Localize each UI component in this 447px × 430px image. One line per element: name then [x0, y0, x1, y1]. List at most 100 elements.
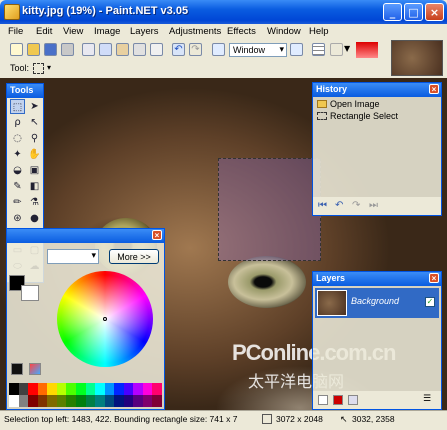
palette-menu-icon[interactable] — [29, 363, 41, 375]
palette-swatch[interactable] — [28, 395, 38, 407]
palette-swatch[interactable] — [123, 395, 134, 407]
palette-swatch[interactable] — [142, 395, 153, 407]
color-picker-icon[interactable]: ⚗ — [27, 195, 42, 210]
palette-swatch[interactable] — [152, 395, 162, 407]
palette-swatch[interactable] — [114, 383, 124, 395]
move-selection-icon[interactable]: ➤ — [27, 99, 42, 114]
palette-swatch[interactable] — [37, 383, 48, 395]
layer-properties-icon[interactable]: ☰ — [423, 394, 431, 404]
palette-swatch[interactable] — [85, 395, 96, 407]
color-wheel[interactable] — [57, 271, 153, 367]
zoom-icon[interactable]: ⚲ — [27, 131, 42, 146]
minimize-button[interactable]: _ — [383, 3, 402, 21]
menu-help[interactable]: Help — [309, 26, 329, 37]
fast-forward-icon[interactable]: ⏭ — [369, 200, 378, 211]
menu-edit[interactable]: Edit — [36, 26, 52, 37]
history-item-rectangle-select[interactable]: Rectangle Select — [330, 111, 398, 121]
palette-swatch[interactable] — [9, 395, 19, 407]
delete-layer-icon[interactable] — [333, 395, 343, 405]
cut-icon[interactable] — [82, 43, 95, 56]
new-icon[interactable] — [10, 43, 23, 56]
ellipse-select-icon[interactable]: ◌ — [10, 131, 25, 146]
palette-swatch[interactable] — [85, 383, 96, 395]
palette-swatch[interactable] — [95, 383, 105, 395]
zoom-mode-select[interactable]: Window ▾ — [229, 43, 287, 57]
close-button[interactable]: × — [425, 3, 444, 21]
palette-swatch[interactable] — [47, 383, 57, 395]
menu-image[interactable]: Image — [94, 26, 120, 37]
palette-swatch[interactable] — [66, 383, 76, 395]
layer-visibility-checkbox[interactable]: ✓ — [425, 297, 435, 307]
rectangle-select-icon[interactable]: ⬚ — [10, 99, 25, 114]
image-thumbnail[interactable] — [391, 40, 443, 76]
zoom-out-icon[interactable] — [212, 43, 225, 56]
menu-view[interactable]: View — [63, 26, 83, 37]
palette-swatch[interactable] — [104, 383, 115, 395]
palette-swatch[interactable] — [37, 395, 48, 407]
open-icon[interactable] — [27, 43, 40, 56]
menu-layers[interactable]: Layers — [130, 26, 159, 37]
rectangle-select-icon[interactable] — [33, 63, 44, 74]
duplicate-layer-icon[interactable] — [348, 395, 358, 405]
primary-secondary-select[interactable]: ▾ — [47, 249, 99, 264]
menu-file[interactable]: File — [8, 26, 23, 37]
chevron-down-icon[interactable]: ▾ — [47, 63, 51, 72]
redo-icon[interactable]: ↷ — [352, 200, 360, 211]
color-wheel-cursor[interactable] — [103, 317, 107, 321]
paint-bucket-icon[interactable]: ◒ — [10, 163, 25, 178]
undo-icon[interactable]: ↶ — [172, 43, 185, 56]
palette-swatch[interactable] — [123, 383, 134, 395]
save-icon[interactable] — [44, 43, 57, 56]
palette-swatch[interactable] — [75, 383, 86, 395]
gradient-icon[interactable]: ▣ — [27, 163, 42, 178]
history-close-button[interactable]: × — [429, 84, 439, 94]
palette-swatch[interactable] — [28, 383, 38, 395]
copy-icon[interactable] — [99, 43, 112, 56]
palette-swatch[interactable] — [47, 395, 57, 407]
paintbrush-icon[interactable]: ✎ — [10, 179, 25, 194]
magic-wand-icon[interactable]: ✦ — [10, 147, 25, 162]
menu-adjustments[interactable]: Adjustments — [169, 26, 221, 37]
palette-swatch[interactable] — [66, 395, 76, 407]
history-item-open-image[interactable]: Open Image — [330, 99, 380, 109]
palette-swatch[interactable] — [95, 395, 105, 407]
rectangle-selection[interactable] — [218, 158, 321, 261]
layers-close-button[interactable]: × — [429, 273, 439, 283]
maximize-button[interactable]: □ — [404, 3, 423, 21]
palette-swatch[interactable] — [56, 395, 67, 407]
black-white-reset-icon[interactable] — [11, 363, 23, 375]
palette-swatch[interactable] — [133, 395, 143, 407]
more-toolbar-icon[interactable]: ▼ — [344, 44, 350, 53]
eraser-icon[interactable]: ◧ — [27, 179, 42, 194]
palette-swatch[interactable] — [75, 395, 86, 407]
secondary-color-swatch[interactable] — [21, 285, 39, 301]
redo-icon[interactable]: ↷ — [189, 43, 202, 56]
layers-panel-titlebar[interactable]: Layers × — [313, 272, 441, 286]
color-palette[interactable] — [9, 383, 162, 407]
undo-icon[interactable]: ↶ — [335, 200, 343, 211]
print-icon[interactable] — [61, 43, 74, 56]
colors-panel-titlebar[interactable]: × — [7, 229, 164, 243]
deselect-icon[interactable] — [150, 43, 163, 56]
palette-swatch[interactable] — [56, 383, 67, 395]
palette-swatch[interactable] — [18, 395, 29, 407]
history-panel-titlebar[interactable]: History × — [313, 83, 441, 97]
layer-row[interactable]: Background ✓ — [315, 288, 439, 318]
menu-effects[interactable]: Effects — [227, 26, 256, 37]
add-layer-icon[interactable] — [318, 395, 328, 405]
menu-window[interactable]: Window — [267, 26, 301, 37]
tools-panel-titlebar[interactable]: Tools — [7, 84, 43, 98]
paste-icon[interactable] — [116, 43, 129, 56]
pan-icon[interactable]: ✋ — [27, 147, 42, 162]
colors-close-button[interactable]: × — [152, 230, 162, 240]
ruler-icon[interactable] — [330, 43, 343, 56]
clone-stamp-icon[interactable]: ⊛ — [10, 211, 25, 226]
rewind-icon[interactable]: ⏮ — [318, 200, 327, 211]
palette-swatch[interactable] — [133, 383, 143, 395]
palette-swatch[interactable] — [104, 395, 115, 407]
recolor-icon[interactable]: ● — [27, 211, 42, 226]
palette-swatch[interactable] — [152, 383, 162, 395]
zoom-in-icon[interactable] — [290, 43, 303, 56]
palette-swatch[interactable] — [18, 383, 29, 395]
lasso-icon[interactable]: ρ — [10, 115, 25, 130]
